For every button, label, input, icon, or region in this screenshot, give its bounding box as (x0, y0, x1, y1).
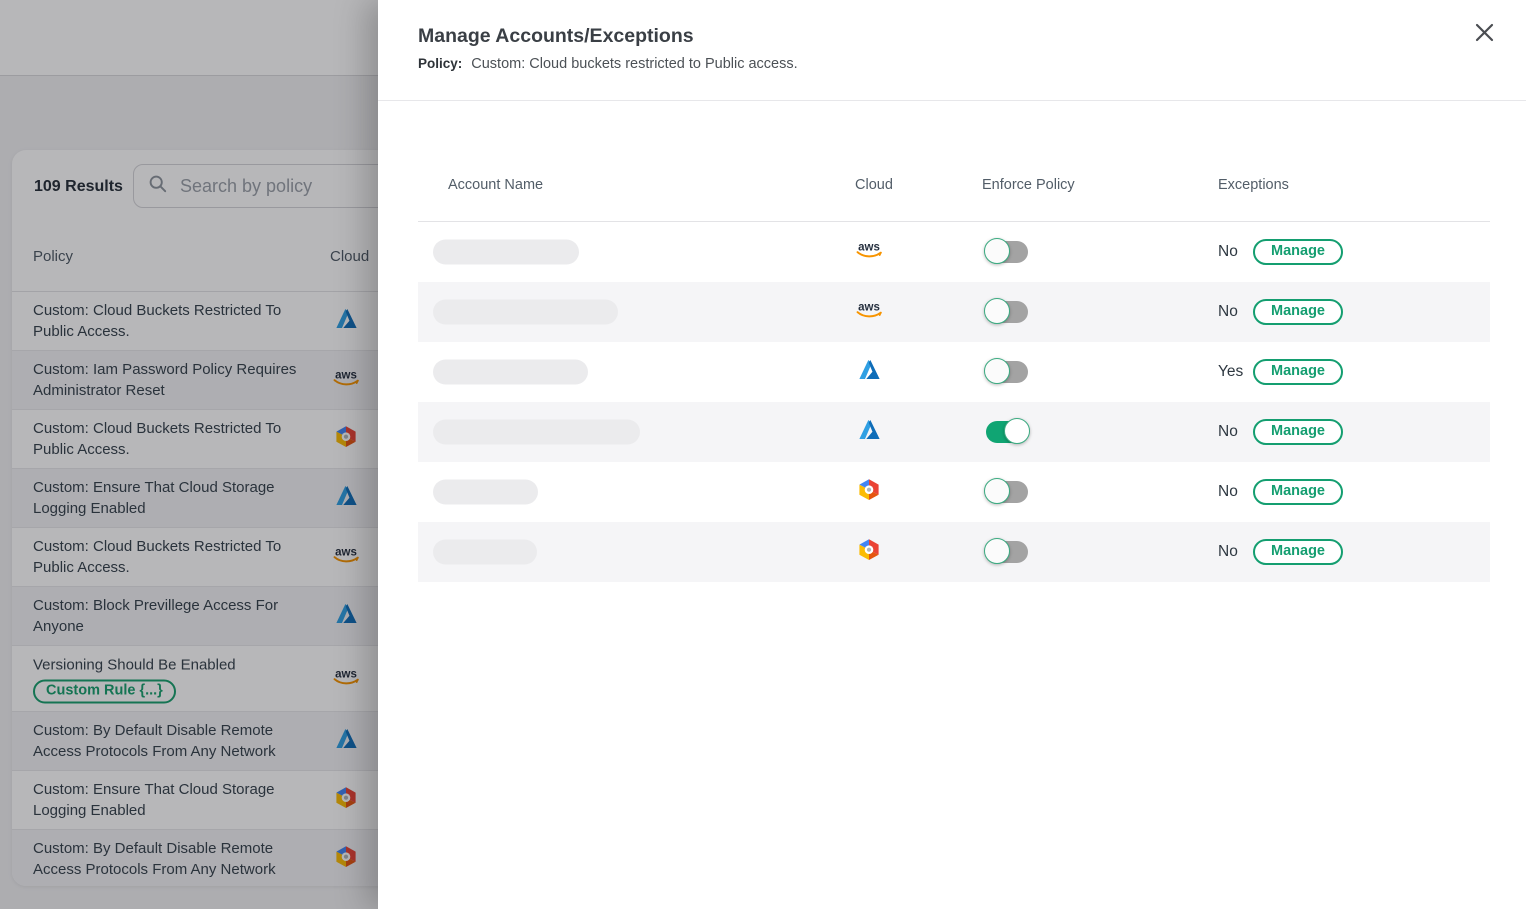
azure-icon (858, 419, 881, 445)
manage-exceptions-button[interactable]: Manage (1253, 419, 1343, 445)
svg-text:aws: aws (858, 242, 880, 254)
modal-policy-line: Policy: Custom: Cloud buckets restricted… (418, 56, 798, 72)
exceptions-value: Yes (1218, 363, 1253, 381)
manage-exceptions-modal: Manage Accounts/Exceptions Policy: Custo… (378, 0, 1526, 909)
close-icon[interactable] (1470, 18, 1498, 46)
aws-icon: aws (854, 240, 884, 265)
manage-exceptions-button[interactable]: Manage (1253, 359, 1343, 385)
accounts-table: Account Name Cloud Enforce Policy Except… (418, 160, 1490, 582)
enforce-policy-toggle[interactable] (986, 241, 1028, 263)
account-row: No Manage (418, 402, 1490, 462)
account-name-redacted (433, 360, 588, 385)
enforce-policy-toggle[interactable] (986, 361, 1028, 383)
toggle-knob (984, 538, 1010, 564)
exceptions-value: No (1218, 543, 1253, 561)
column-header-exceptions: Exceptions (1218, 177, 1289, 193)
app-root: 109 Results Search by policy Policy Clou… (0, 0, 1526, 909)
account-row: aws No Manage (418, 222, 1490, 282)
policy-label: Policy: (418, 56, 462, 71)
column-header-account-name: Account Name (448, 177, 543, 193)
svg-text:aws: aws (858, 302, 880, 314)
exceptions-value: No (1218, 243, 1253, 261)
account-row: No Manage (418, 462, 1490, 522)
modal-title: Manage Accounts/Exceptions (418, 25, 694, 48)
column-header-enforce-policy: Enforce Policy (982, 177, 1075, 193)
modal-header-divider (378, 100, 1526, 101)
manage-exceptions-button[interactable]: Manage (1253, 479, 1343, 505)
gcp-icon (857, 539, 881, 566)
account-row: No Manage (418, 522, 1490, 582)
account-name-redacted (433, 240, 579, 265)
column-header-cloud: Cloud (855, 177, 893, 193)
account-name-redacted (433, 300, 618, 325)
toggle-knob (984, 478, 1010, 504)
toggle-knob (1004, 418, 1030, 444)
enforce-policy-toggle[interactable] (986, 301, 1028, 323)
azure-icon (858, 359, 881, 385)
account-name-redacted (433, 420, 640, 445)
gcp-icon (857, 479, 881, 506)
exceptions-value: No (1218, 303, 1253, 321)
manage-exceptions-button[interactable]: Manage (1253, 239, 1343, 265)
account-name-redacted (433, 480, 538, 505)
policy-value: Custom: Cloud buckets restricted to Publ… (471, 56, 797, 72)
account-name-redacted (433, 540, 537, 565)
accounts-table-header: Account Name Cloud Enforce Policy Except… (418, 160, 1490, 222)
toggle-knob (984, 238, 1010, 264)
account-row: Yes Manage (418, 342, 1490, 402)
exceptions-value: No (1218, 423, 1253, 441)
manage-exceptions-button[interactable]: Manage (1253, 299, 1343, 325)
account-row: aws No Manage (418, 282, 1490, 342)
enforce-policy-toggle[interactable] (986, 481, 1028, 503)
enforce-policy-toggle[interactable] (986, 541, 1028, 563)
toggle-knob (984, 358, 1010, 384)
enforce-policy-toggle[interactable] (986, 421, 1028, 443)
accounts-table-body: aws No Manage aws No Manage Yes Manage (418, 222, 1490, 582)
manage-exceptions-button[interactable]: Manage (1253, 539, 1343, 565)
toggle-knob (984, 298, 1010, 324)
exceptions-value: No (1218, 483, 1253, 501)
aws-icon: aws (854, 300, 884, 325)
